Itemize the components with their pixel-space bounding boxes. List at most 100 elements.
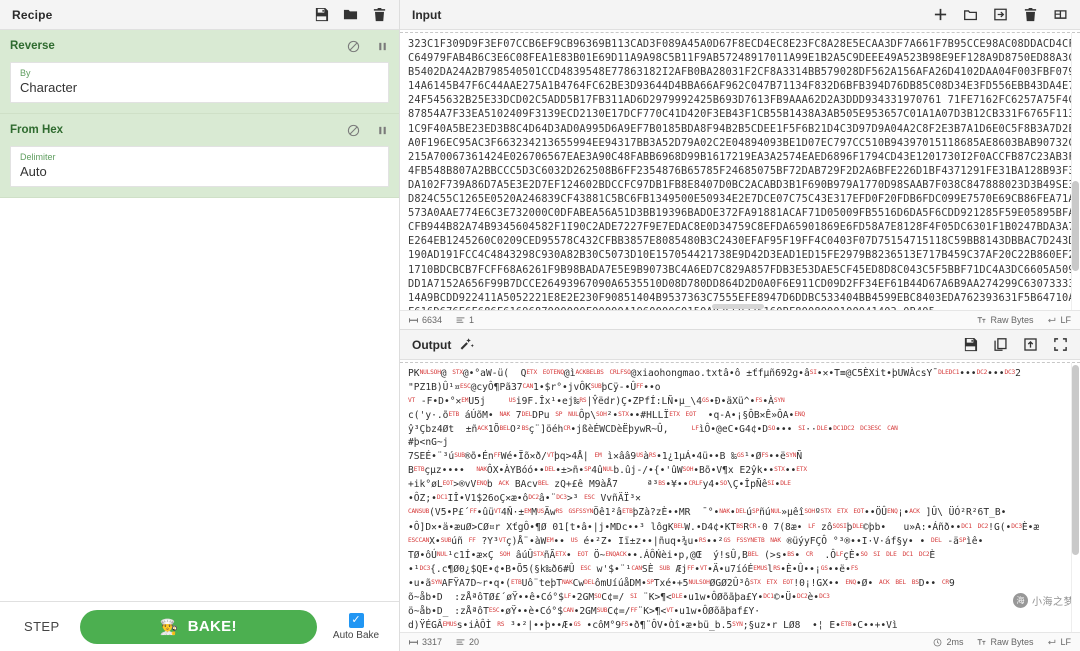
- input-tabs-icon[interactable]: [1053, 7, 1068, 22]
- control-char-marker: SYN: [732, 620, 743, 628]
- input-horizontal-scrollbar[interactable]: [400, 303, 1080, 310]
- input-vertical-scrollbar[interactable]: [1071, 33, 1080, 310]
- output-text[interactable]: PKNULSOH@ STX@•°aW-ü( QETX EOTENQ@ìACKBE…: [400, 363, 1080, 632]
- load-recipe-icon[interactable]: [343, 7, 358, 22]
- control-char-marker: DLE: [816, 425, 828, 433]
- control-char-marker: DC2: [976, 369, 988, 376]
- control-char-marker: SYN: [743, 536, 754, 544]
- magic-wand-icon[interactable]: [459, 337, 475, 353]
- copy-output-icon[interactable]: [993, 337, 1008, 352]
- operation-icons: [347, 124, 389, 137]
- auto-bake-checkbox[interactable]: ✓: [348, 612, 364, 628]
- replace-input-icon[interactable]: [1023, 337, 1038, 352]
- control-char-marker: VT: [666, 606, 674, 614]
- output-vertical-scrollbar[interactable]: [1071, 363, 1080, 632]
- control-char-marker: DEL: [544, 466, 556, 474]
- control-char-marker: FS: [761, 452, 769, 460]
- disable-operation-icon[interactable]: [347, 124, 360, 137]
- control-char-marker: BS: [521, 425, 529, 433]
- output-line-ending-group[interactable]: LF: [1047, 637, 1071, 647]
- control-char-marker: GS: [820, 564, 828, 572]
- control-char-marker: DC3: [1004, 369, 1016, 376]
- control-char-marker: GS: [723, 536, 731, 544]
- control-char-marker: ACK: [879, 578, 890, 586]
- breakpoint-operation-icon[interactable]: [376, 124, 389, 137]
- control-char-marker: ETX: [796, 466, 807, 474]
- control-char-marker: LF: [695, 480, 703, 488]
- control-char-marker: BEL: [537, 480, 549, 488]
- add-input-tab-icon[interactable]: [933, 7, 948, 22]
- control-char-marker: ACK: [909, 508, 920, 516]
- control-char-marker: DC1: [833, 425, 844, 433]
- input-encoding-group[interactable]: Raw Bytes: [977, 315, 1033, 325]
- auto-bake-toggle[interactable]: ✓ Auto Bake: [327, 612, 385, 641]
- output-line: ESCCANX•SUBúñ FF ?Y³VTç)Å¨•àWEM•• US é•²…: [408, 535, 984, 547]
- input-scroll-thumb[interactable]: [1072, 181, 1079, 271]
- control-char-marker: CR: [688, 480, 696, 488]
- control-char-marker: STX: [618, 411, 629, 419]
- control-char-marker: BEL: [747, 550, 759, 558]
- maximise-output-icon[interactable]: [1053, 337, 1068, 352]
- control-char-marker: RS: [497, 620, 505, 628]
- output-line: ö~åb•D_ :zÅªôTESC•øŸ••è•Có°$CAN•2GMSUBC¢…: [408, 605, 761, 617]
- input-scroll-thumb-h[interactable]: [712, 304, 764, 309]
- open-input-icon[interactable]: [993, 7, 1008, 22]
- step-button[interactable]: STEP: [14, 613, 70, 640]
- recipe-operation-from-hex[interactable]: From Hex Delimiter Auto: [0, 114, 399, 198]
- clear-input-icon[interactable]: [1023, 7, 1038, 22]
- recipe-operation-reverse[interactable]: Reverse By Character: [0, 30, 399, 114]
- control-char-marker: DLE: [886, 550, 897, 558]
- control-char-marker: ACK: [575, 369, 587, 376]
- clear-recipe-icon[interactable]: [372, 7, 387, 22]
- control-char-marker: SOH: [499, 550, 511, 558]
- control-char-marker: CR: [609, 369, 617, 376]
- bake-button[interactable]: 👨‍🍳 BAKE!: [79, 609, 317, 644]
- control-char-marker: CR: [563, 425, 571, 433]
- output-encoding-group[interactable]: Raw Bytes: [977, 637, 1033, 647]
- recipe-title-icons: [314, 7, 387, 22]
- control-char-marker: CR: [805, 550, 813, 558]
- output-line: PKNULSOH@ STX@•°aW-ü( QETX EOTENQ@ìACKBE…: [408, 368, 1021, 379]
- control-char-marker: NAK: [770, 536, 781, 544]
- output-textarea-wrap[interactable]: PKNULSOH@ STX@•°aW-ü( QETX EOTENQ@ìACKBE…: [400, 363, 1080, 632]
- arg-value[interactable]: Auto: [20, 163, 379, 180]
- save-recipe-icon[interactable]: [314, 7, 329, 22]
- disable-operation-icon[interactable]: [347, 40, 360, 53]
- input-text[interactable]: 323C1F309D9F3EF07CCB6EF9CB96369B113CAD3F…: [400, 33, 1080, 310]
- breakpoint-operation-icon[interactable]: [376, 40, 389, 53]
- control-char-marker: SYN: [773, 397, 785, 405]
- control-char-marker: DC2: [918, 550, 930, 558]
- control-char-marker: RS: [699, 536, 707, 544]
- input-status-bar: 6634 1 Raw Bytes LF: [400, 310, 1080, 329]
- input-textarea-wrap[interactable]: 323C1F309D9F3EF07CCB6EF9CB96369B113CAD3F…: [400, 33, 1080, 310]
- operation-arg-by[interactable]: By Character: [10, 62, 389, 103]
- control-char-marker: LF: [691, 425, 699, 433]
- control-char-marker: ENQ: [887, 508, 898, 516]
- control-char-marker: CAN: [563, 606, 574, 614]
- control-char-marker: SI: [798, 425, 806, 433]
- control-char-marker: BEL: [673, 522, 685, 530]
- control-char-marker: FS: [575, 508, 583, 516]
- arg-value[interactable]: Character: [20, 79, 379, 96]
- open-folder-icon[interactable]: [963, 7, 978, 22]
- input-line-ending-group[interactable]: LF: [1047, 315, 1071, 325]
- output-line: #þ<nG~j: [408, 437, 449, 449]
- control-char-marker: VT: [408, 397, 416, 405]
- control-char-marker: SOH: [430, 369, 441, 376]
- control-char-marker: DC3: [556, 494, 567, 502]
- output-line: BETBçµz•••• NAKÔX•ÀYBóó••DEL•±>ñ•SP4ûNUL…: [408, 465, 807, 477]
- input-line-ending-value: LF: [1060, 315, 1071, 325]
- output-lines-value: 20: [469, 637, 480, 647]
- save-output-icon[interactable]: [963, 337, 978, 352]
- operation-title: From Hex: [10, 124, 64, 136]
- output-time-group: 2ms: [933, 637, 963, 647]
- operation-arg-delimiter[interactable]: Delimiter Auto: [10, 146, 389, 187]
- output-line: c('y·.õETB áÚõM• NAK 7DELDPu SP NULÔp\SO…: [408, 410, 805, 422]
- control-char-marker: CAN: [887, 425, 898, 433]
- output-scroll-thumb[interactable]: [1072, 365, 1079, 555]
- recipe-operation-list[interactable]: Reverse By Character From Hex Delimiter …: [0, 30, 399, 601]
- control-char-marker: EOT: [577, 550, 588, 558]
- control-char-marker: DEL: [521, 411, 533, 419]
- control-char-marker: SYN: [582, 508, 594, 516]
- control-char-marker: DEL: [584, 578, 595, 586]
